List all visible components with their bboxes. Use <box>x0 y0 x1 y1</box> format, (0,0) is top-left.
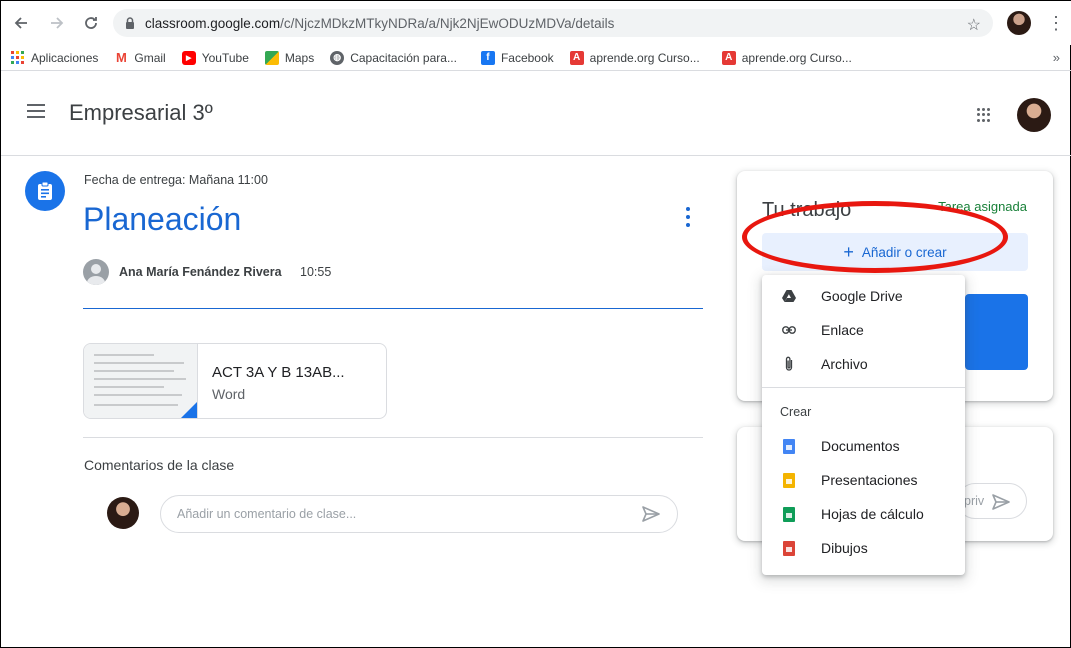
attachment-name: ACT 3A Y B 13AB... <box>212 364 345 381</box>
bookmark-label: Gmail <box>134 50 166 65</box>
title-divider <box>83 308 703 309</box>
google-drive-icon <box>782 288 796 304</box>
lock-icon <box>126 17 134 29</box>
bookmarks-bar: Aplicaciones M Gmail ▶ YouTube Maps ◍ Ca… <box>1 45 1071 71</box>
your-work-title: Tu trabajo <box>762 199 852 221</box>
menu-item-label: Enlace <box>821 322 864 338</box>
back-button[interactable] <box>9 11 33 35</box>
bookmark-label: aprende.org Curso... <box>589 50 700 65</box>
word-file-corner-icon <box>179 402 197 418</box>
turn-in-button[interactable] <box>965 294 1028 370</box>
menu-item-google-drive[interactable]: Google Drive <box>762 279 965 313</box>
google-apps-icon[interactable] <box>977 108 991 122</box>
menu-item-sheets[interactable]: Hojas de cálculo <box>762 497 965 531</box>
menu-item-label: Documentos <box>821 438 900 454</box>
bookmark-facebook[interactable]: f Facebook <box>480 50 554 65</box>
add-or-create-menu: Google Drive Enlace Archivo Crear Docume… <box>762 275 965 575</box>
bookmark-maps[interactable]: Maps <box>264 50 315 65</box>
assignment-title: Planeación <box>83 201 242 237</box>
post-time: 10:55 <box>300 265 332 279</box>
create-section-label: Crear <box>780 405 812 419</box>
bookmark-label: Facebook <box>500 50 554 65</box>
paperclip-icon <box>782 356 796 372</box>
attachment-card[interactable]: ACT 3A Y B 13AB... Word <box>83 343 387 419</box>
send-icon[interactable] <box>991 492 1011 512</box>
bookmark-label: aprende.org Curso... <box>741 50 852 65</box>
menu-item-docs[interactable]: Documentos <box>762 429 965 463</box>
menu-item-slides[interactable]: Presentaciones <box>762 463 965 497</box>
more-options-icon[interactable] <box>683 207 693 227</box>
menu-item-drawings[interactable]: Dibujos <box>762 531 965 565</box>
add-or-create-button[interactable]: + Añadir o crear <box>762 233 1028 271</box>
bookmark-star-icon[interactable]: ☆ <box>967 15 981 35</box>
bookmark-label: Capacitación para... <box>350 50 457 65</box>
due-date: Fecha de entrega: Mañana 11:00 <box>84 173 268 187</box>
link-icon <box>782 322 796 338</box>
class-comments-heading: Comentarios de la clase <box>84 457 235 473</box>
address-bar[interactable]: classroom.google.com/c/NjczMDkzMTkyNDRa/… <box>113 9 993 37</box>
comments-divider <box>83 437 703 438</box>
drawings-icon <box>782 540 796 556</box>
plus-icon: + <box>843 241 854 262</box>
aprende-icon: A <box>569 50 584 65</box>
bookmark-aprende-2[interactable]: A aprende.org Curso... <box>721 50 852 65</box>
attachment-type: Word <box>212 386 246 402</box>
url-path: /c/NjczMDkzMTkyNDRa/a/Njk2NjEwODUzMDVa/d… <box>280 15 615 31</box>
assignment-icon <box>25 171 65 211</box>
classroom-header: Empresarial 3º <box>1 72 1071 156</box>
facebook-icon: f <box>480 50 495 65</box>
attachment-thumbnail <box>84 344 198 418</box>
add-or-create-label: Añadir o crear <box>861 244 947 260</box>
reload-button[interactable] <box>79 11 103 35</box>
menu-divider <box>762 387 965 388</box>
slides-icon <box>782 472 796 488</box>
author-avatar <box>83 259 109 285</box>
reload-icon <box>85 17 97 29</box>
class-comment-input[interactable] <box>160 495 678 533</box>
sheets-icon <box>782 506 796 522</box>
aprende-icon: A <box>721 50 736 65</box>
send-icon[interactable] <box>641 504 661 524</box>
gmail-icon: M <box>115 50 127 65</box>
browser-toolbar: classroom.google.com/c/NjczMDkzMTkyNDRa/… <box>1 1 1071 45</box>
maps-icon <box>264 50 279 65</box>
menu-item-label: Google Drive <box>821 288 903 304</box>
more-bookmarks-icon[interactable]: » <box>1053 50 1060 65</box>
menu-item-label: Archivo <box>821 356 868 372</box>
class-title[interactable]: Empresarial 3º <box>69 100 213 126</box>
url-host: classroom.google.com <box>145 15 281 31</box>
assignment-status: Tarea asignada <box>938 199 1027 214</box>
youtube-icon: ▶ <box>181 50 196 65</box>
bookmark-gmail[interactable]: M Gmail <box>114 50 166 65</box>
apps-grid-icon <box>11 50 25 65</box>
arrow-left-icon <box>14 17 27 29</box>
menu-item-label: Hojas de cálculo <box>821 506 924 522</box>
globe-icon: ◍ <box>330 50 345 65</box>
bookmark-aplicaciones[interactable]: Aplicaciones <box>11 50 99 65</box>
menu-item-label: Presentaciones <box>821 472 918 488</box>
chrome-menu-icon[interactable]: ⋮ <box>1047 11 1065 35</box>
menu-item-label: Dibujos <box>821 540 868 556</box>
commenter-avatar <box>107 497 139 529</box>
hamburger-menu-icon[interactable] <box>27 104 45 118</box>
arrow-right-icon <box>51 17 64 29</box>
chrome-profile-avatar[interactable] <box>1007 11 1031 35</box>
account-avatar[interactable] <box>1017 98 1051 132</box>
docs-icon <box>782 438 796 454</box>
bookmark-aprende-1[interactable]: A aprende.org Curso... <box>569 50 700 65</box>
bookmark-label: Maps <box>284 50 315 65</box>
bookmark-label: YouTube <box>201 50 249 65</box>
forward-button[interactable] <box>45 11 69 35</box>
menu-item-file[interactable]: Archivo <box>762 347 965 381</box>
bookmark-label: Aplicaciones <box>31 50 99 65</box>
author-name: Ana María Fenández Rivera <box>119 265 282 279</box>
menu-item-link[interactable]: Enlace <box>762 313 965 347</box>
bookmark-capacitacion[interactable]: ◍ Capacitación para... <box>330 50 457 65</box>
bookmark-youtube[interactable]: ▶ YouTube <box>181 50 249 65</box>
